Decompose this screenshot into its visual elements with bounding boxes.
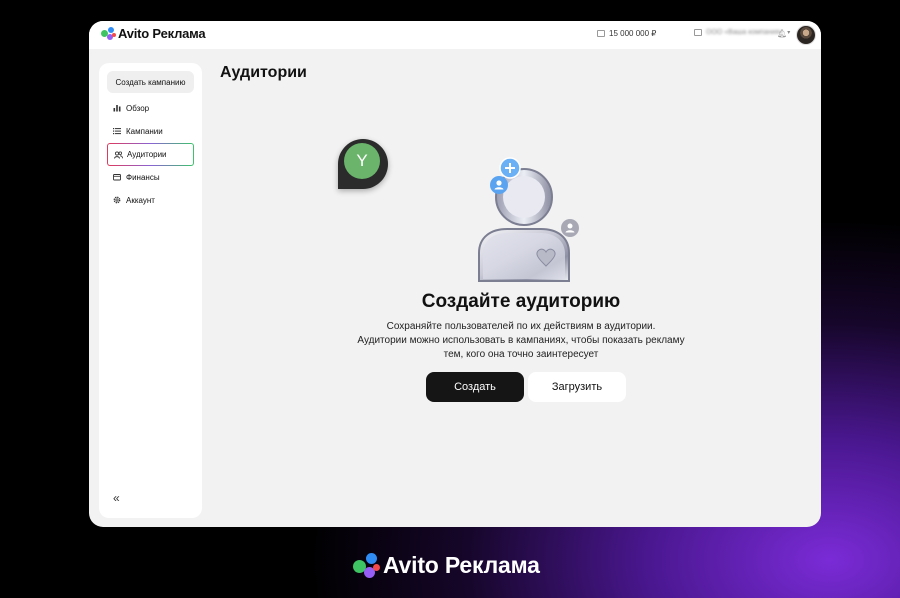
chart-icon: [113, 104, 121, 112]
sidebar-item-label: Аккаунт: [126, 195, 155, 205]
brand-name: Avito Реклама: [118, 26, 206, 41]
users-icon: [114, 150, 123, 159]
user-avatar[interactable]: [796, 25, 816, 45]
page-title: Аудитории: [220, 64, 307, 81]
description-line: Аудитории можно использовать в кампаниях…: [357, 335, 685, 346]
sidebar: Создать кампанию Обзор Кампании Аудитори…: [99, 63, 202, 518]
briefcase-icon: [694, 29, 702, 36]
collapse-sidebar-button[interactable]: «: [113, 491, 120, 505]
sidebar-item-label: Кампании: [126, 126, 163, 136]
brand-logo[interactable]: Avito Реклама: [101, 26, 206, 41]
sidebar-item-label: Финансы: [126, 172, 160, 182]
user-initial: Y: [344, 143, 380, 179]
sidebar-item-label: Аудитории: [127, 150, 167, 159]
sidebar-item-overview[interactable]: Обзор: [107, 98, 194, 118]
footer-brand-logo: Avito Реклама: [353, 552, 540, 579]
description-line: Сохраняйте пользователей по их действиям…: [386, 321, 656, 332]
sidebar-item-campaigns[interactable]: Кампании: [107, 121, 194, 141]
sidebar-item-label: Обзор: [126, 103, 150, 113]
wallet-icon: [113, 173, 121, 181]
chevron-down-icon: ▾: [787, 30, 791, 36]
user-cursor-avatar: Y: [338, 139, 388, 189]
logo-dots-icon: [353, 552, 380, 579]
company-name: ООО «Ваша компания»: [706, 29, 784, 36]
top-bar: Avito Реклама 15 000 000 ₽ ООО «Ваша ком…: [89, 21, 821, 49]
logo-dots-icon: [101, 26, 116, 41]
list-icon: [113, 127, 121, 135]
footer-brand-name: Avito Реклама: [383, 552, 540, 578]
app-window: Avito Реклама 15 000 000 ₽ ООО «Ваша ком…: [89, 21, 821, 527]
create-campaign-button[interactable]: Создать кампанию: [107, 71, 194, 93]
upload-audience-button[interactable]: Загрузить: [528, 372, 626, 402]
sidebar-item-account[interactable]: Аккаунт: [107, 190, 194, 210]
wallet-icon: [597, 30, 605, 37]
empty-state-title: Создайте аудиторию: [421, 291, 621, 312]
create-audience-button[interactable]: Создать: [426, 372, 524, 402]
sidebar-item-finance[interactable]: Финансы: [107, 167, 194, 187]
gear-icon: [113, 196, 121, 204]
company-selector[interactable]: ООО «Ваша компания» ▾: [694, 29, 790, 36]
description-line: тем, кого она точно заинтересует: [443, 349, 599, 360]
audience-illustration: [469, 155, 579, 285]
balance-value: 15 000 000 ₽: [609, 29, 657, 38]
bell-icon[interactable]: 🔔︎: [777, 29, 787, 38]
balance-indicator[interactable]: 15 000 000 ₽: [597, 29, 656, 38]
sidebar-item-audiences[interactable]: Аудитории: [107, 143, 194, 166]
empty-state-description: Сохраняйте пользователей по их действиям…: [321, 320, 721, 362]
